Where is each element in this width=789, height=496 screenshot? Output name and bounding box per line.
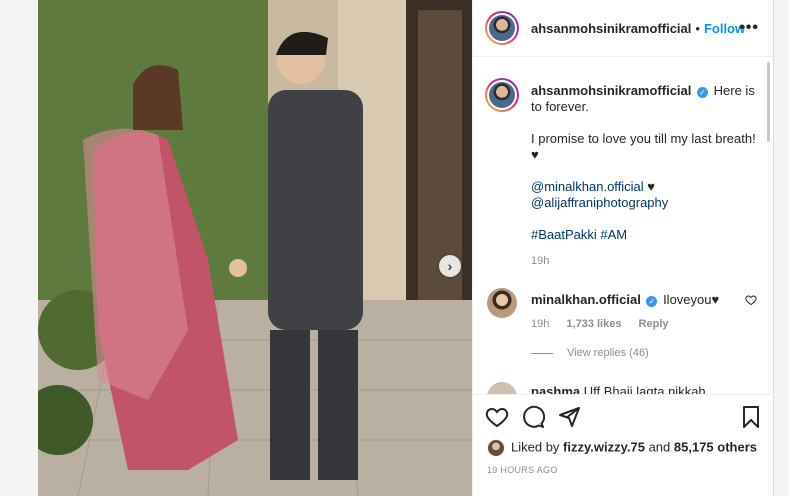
chevron-right-icon: › xyxy=(447,258,453,274)
mention-heart: ♥ xyxy=(643,179,656,194)
liker-avatar[interactable] xyxy=(487,439,505,457)
comment-bubble-icon[interactable] xyxy=(521,405,545,429)
comment-text: Uff Bhaii lagta nikkah xyxy=(583,384,706,394)
caption-hashtags[interactable]: #BaatPakki #AM xyxy=(531,227,627,242)
reply-button[interactable]: Reply xyxy=(639,318,669,330)
view-replies-button[interactable]: View replies (46) xyxy=(531,347,649,359)
comment-likes[interactable]: 1,733 likes xyxy=(566,318,621,330)
caption-avatar[interactable] xyxy=(485,78,519,112)
separator-dot: • xyxy=(695,20,700,36)
commenter-avatar[interactable] xyxy=(487,288,517,318)
caption-time[interactable]: 19h xyxy=(531,255,549,267)
photo-illustration xyxy=(38,0,472,496)
caption-line-2: I promise to love you till my last breat… xyxy=(531,131,756,162)
more-options-icon[interactable]: ••• xyxy=(739,19,759,37)
liked-by-prefix: Liked by xyxy=(511,439,560,455)
verified-badge-icon: ✓ xyxy=(697,87,709,98)
comment-username[interactable]: pashma xyxy=(531,384,580,394)
comments-scrollbar[interactable] xyxy=(767,62,770,142)
liked-by-user[interactable]: fizzy.wizzy.75 xyxy=(563,439,645,454)
author-username[interactable]: ahsanmohsinikramofficial xyxy=(531,21,691,36)
comment-time[interactable]: 19h xyxy=(531,318,549,330)
post-timestamp[interactable]: 19 HOURS AGO xyxy=(487,465,558,475)
caption: ahsanmohsinikramofficial ✓ Here is to fo… xyxy=(531,83,761,243)
liked-by-others[interactable]: 85,175 others xyxy=(674,439,757,454)
liked-by-and: and xyxy=(648,439,671,455)
author-avatar[interactable] xyxy=(485,11,519,45)
comment-like-heart-icon[interactable] xyxy=(745,294,757,306)
commenter-avatar[interactable] xyxy=(487,382,517,394)
mention-alijaffrani[interactable]: @alijaffraniphotography xyxy=(531,195,668,210)
post-header: ahsanmohsinikramofficial • Follow ••• xyxy=(473,0,773,57)
comment-text: Iloveyou♥ xyxy=(663,292,720,307)
post-photo[interactable] xyxy=(38,0,472,496)
comment-username[interactable]: minalkhan.official xyxy=(531,292,641,307)
comments-section[interactable]: ahsanmohsinikramofficial ✓ Here is to fo… xyxy=(473,58,774,394)
post-actions: Liked by fizzy.wizzy.75 and 85,175 other… xyxy=(473,394,774,496)
share-paper-plane-icon[interactable] xyxy=(557,405,581,429)
like-heart-icon[interactable] xyxy=(485,405,509,429)
save-bookmark-icon[interactable] xyxy=(739,405,763,429)
liked-by: Liked by fizzy.wizzy.75 and 85,175 other… xyxy=(487,439,757,457)
caption-username[interactable]: ahsanmohsinikramofficial xyxy=(531,83,691,98)
mention-minalkhan[interactable]: @minalkhan.official xyxy=(531,179,644,194)
verified-badge-icon: ✓ xyxy=(646,296,658,307)
next-photo-button[interactable]: › xyxy=(439,255,461,277)
post-details-panel: ahsanmohsinikramofficial • Follow ••• ah… xyxy=(472,0,774,496)
